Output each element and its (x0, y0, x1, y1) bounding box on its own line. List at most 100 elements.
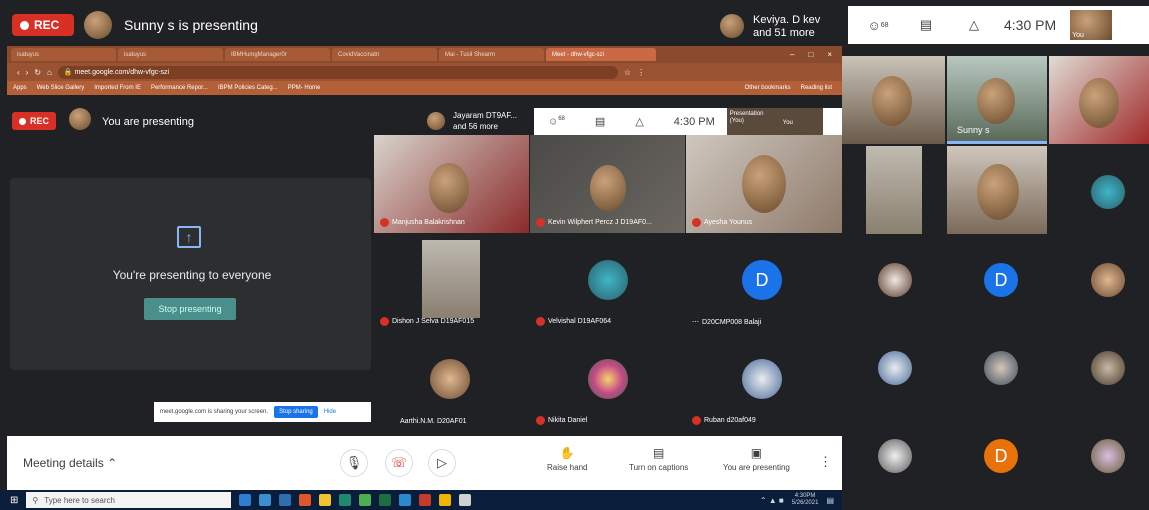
forward-icon[interactable]: › (26, 68, 29, 77)
stop-sharing-button[interactable]: Stop sharing (274, 406, 318, 418)
participant-tile (947, 146, 1047, 234)
star-icon[interactable]: ☆ (624, 68, 631, 77)
maximize-icon[interactable]: □ (808, 50, 813, 59)
shared-browser-window: isatuyus isatuyus IBMHumgManager0r Covid… (7, 46, 842, 490)
lock-icon: 🔒 (63, 69, 73, 76)
menu-icon[interactable]: ⋮ (637, 68, 645, 77)
more-dots-icon: ⋯ (692, 319, 699, 326)
inner-presenting-title: You are presenting (102, 116, 194, 128)
bookmark-item[interactable]: Apps (13, 85, 27, 91)
browser-tab[interactable]: CovidVaccinatn (332, 48, 437, 61)
pill-name: Keviya. D kev (753, 14, 821, 26)
close-icon[interactable]: × (827, 50, 832, 59)
browser-tab[interactable]: isatuyus (118, 48, 223, 61)
raise-hand-button[interactable]: ✋ Raise hand (547, 446, 587, 472)
browser-tab[interactable]: isatuyus (11, 48, 116, 61)
participant-video (742, 155, 786, 213)
captions-icon: ▤ (652, 446, 665, 460)
url-bar[interactable]: 🔒 meet.google.com/dhw-vfgc-szi (57, 65, 618, 79)
app-icon[interactable] (339, 494, 352, 506)
more-options-icon[interactable]: ⋮ (819, 454, 832, 470)
bookmark-item[interactable]: Other bookmarks (745, 85, 791, 91)
chevron-up-icon: ⌃ (107, 456, 118, 470)
participant-tile: Velvishal D19AF064 (530, 234, 685, 332)
people-icon[interactable]: ☺68 (548, 116, 565, 127)
home-icon[interactable]: ⌂ (47, 68, 52, 77)
chat-icon[interactable]: ▤ (912, 13, 940, 37)
presenting-message: You're presenting to everyone (112, 268, 272, 282)
app-icon[interactable] (359, 494, 372, 506)
activities-icon[interactable]: △ (635, 115, 643, 128)
participant-video (977, 164, 1019, 220)
bookmark-item[interactable]: Reading list (801, 85, 842, 91)
bookmark-item[interactable]: IBPM Policies Categ... (218, 85, 278, 91)
participant-video (872, 76, 912, 126)
presenter-tile: Sunny s (947, 56, 1047, 144)
inner-info-bar: ☺68 ▤ △ 4:30 PM Presentation (You) You (534, 108, 842, 135)
meeting-details-button[interactable]: Meeting details ⌃ (23, 456, 117, 470)
browser-tab-active[interactable]: Meet - dhw-vfgc-szi (546, 48, 656, 61)
taskbar-clock[interactable]: 4:30PM 5/26/2021 (792, 493, 819, 507)
notifications-icon[interactable]: ▤ (826, 496, 842, 505)
app-icon[interactable] (259, 494, 272, 506)
back-icon[interactable]: ‹ (17, 68, 20, 77)
present-screen-icon: ↑ (177, 226, 201, 248)
participant-avatar (984, 351, 1018, 385)
hand-icon: ✋ (559, 446, 575, 460)
participant-avatar (720, 14, 744, 38)
participant-tile: Kevin Wilphert Percz J D19AF0... (530, 135, 685, 233)
tray-icons[interactable]: ⌃ ▲ ■ (760, 496, 784, 505)
app-icon[interactable] (279, 494, 292, 506)
captions-button[interactable]: ▤ Turn on captions (629, 446, 688, 472)
browser-tab[interactable]: IBMHumgManager0r (225, 48, 330, 61)
minimize-icon[interactable]: – (790, 50, 794, 59)
inner-participants-pill[interactable]: Jayaram DT9AF... and 56 more (427, 108, 532, 134)
browser-tab[interactable]: Mai - Tusil Shearm (439, 48, 544, 61)
app-icon[interactable] (459, 494, 472, 506)
windows-start-icon[interactable]: ⊞ (10, 495, 18, 506)
present-button[interactable]: ▣ You are presenting (723, 446, 790, 472)
clock: 4:30 PM (1004, 17, 1057, 33)
taskview-icon[interactable] (239, 494, 252, 506)
bookmark-item[interactable]: Imported From IE (94, 85, 141, 91)
participant-video (590, 165, 626, 211)
participant-avatar (588, 359, 628, 399)
participants-pill[interactable]: Keviya. D kev and 51 more (720, 10, 850, 44)
app-icon[interactable] (439, 494, 452, 506)
reload-icon[interactable]: ↻ (34, 68, 41, 77)
participant-tile: Ayesha Younus (686, 135, 842, 233)
microphone-button[interactable]: 🎙 (340, 449, 368, 477)
participant-avatar (742, 359, 782, 399)
app-icon[interactable] (299, 494, 312, 506)
app-icon[interactable] (319, 494, 332, 506)
activities-icon[interactable]: △ (960, 13, 988, 37)
stop-presenting-button[interactable]: Stop presenting (144, 298, 236, 320)
mic-icon: 🎙 (345, 455, 363, 470)
inner-self-view: Presentation (You) You (726, 108, 823, 135)
camera-button[interactable]: ▷ (428, 449, 456, 477)
app-icon[interactable] (419, 494, 432, 506)
present-icon: ▣ (750, 446, 763, 460)
bottom-control-bar: Meeting details ⌃ 🎙 ☏ ▷ ✋ Raise hand ▤ Tur… (7, 436, 842, 490)
tab-strip: isatuyus isatuyus IBMHumgManager0r Covid… (7, 46, 842, 63)
hide-button[interactable]: Hide (324, 409, 336, 415)
participant-avatar (1091, 263, 1125, 297)
participant-tile (866, 146, 922, 234)
bookmark-item[interactable]: Performance Repor... (151, 85, 208, 91)
leave-call-button[interactable]: ☏ (385, 449, 413, 477)
bookmark-item[interactable]: Web Slice Gallery (37, 85, 85, 91)
people-icon[interactable]: ☺68 (864, 13, 892, 37)
bookmarks-bar: Apps Web Slice Gallery Imported From IE … (7, 81, 842, 95)
bookmark-item[interactable]: PPM- Home (288, 85, 321, 91)
excel-icon[interactable] (379, 494, 392, 506)
participant-tile: Ruban d20af049 (686, 333, 842, 431)
mic-off-icon (380, 317, 389, 326)
participant-video (1079, 78, 1119, 128)
edge-icon[interactable] (399, 494, 412, 506)
participant-letter-avatar: D (984, 439, 1018, 473)
participant-avatar (878, 439, 912, 473)
chat-icon[interactable]: ▤ (595, 115, 605, 128)
clock: 4:30 PM (673, 115, 715, 128)
presenter-avatar (84, 11, 112, 39)
taskbar-search[interactable]: ⚲ Type here to search (26, 492, 232, 508)
